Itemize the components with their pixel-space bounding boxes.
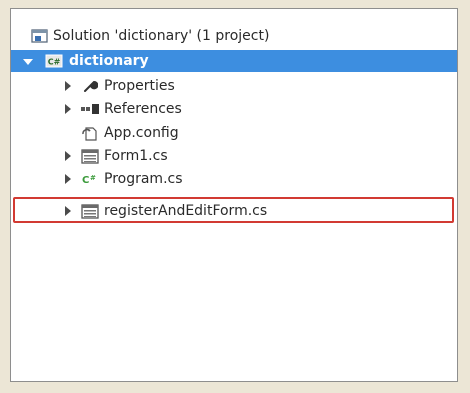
expand-arrow-icon[interactable]	[65, 151, 71, 161]
tree-item-program[interactable]: C # Program.cs	[11, 168, 457, 190]
config-file-icon	[81, 125, 99, 141]
svg-text:C#: C#	[48, 58, 61, 67]
form-icon	[81, 203, 99, 219]
svg-text:C: C	[82, 175, 89, 186]
solution-label: Solution 'dictionary' (1 project)	[53, 28, 270, 44]
tree-item-register-and-edit-form[interactable]: registerAndEditForm.cs	[11, 200, 457, 222]
tree-item-form1[interactable]: Form1.cs	[11, 145, 457, 167]
wrench-icon	[81, 78, 99, 94]
solution-explorer-panel: Solution 'dictionary' (1 project) C# dic…	[10, 8, 458, 382]
form-icon	[81, 148, 99, 164]
tree-item-label: Form1.cs	[104, 148, 168, 164]
csharp-project-icon: C#	[45, 53, 63, 69]
references-icon	[81, 101, 99, 117]
expand-arrow-icon[interactable]	[65, 174, 71, 184]
solution-node[interactable]: Solution 'dictionary' (1 project)	[11, 25, 457, 47]
tree-item-label: Program.cs	[104, 171, 183, 187]
tree-item-label: Properties	[104, 78, 175, 94]
tree-item-label: References	[104, 101, 182, 117]
project-node-dictionary[interactable]: C# dictionary	[11, 50, 457, 72]
tree-item-references[interactable]: References	[11, 98, 457, 120]
csharp-file-icon: C #	[81, 171, 99, 187]
expand-arrow-icon[interactable]	[65, 81, 71, 91]
solution-tree: Solution 'dictionary' (1 project) C# dic…	[11, 9, 457, 381]
project-label: dictionary	[69, 53, 149, 69]
tree-item-label: registerAndEditForm.cs	[104, 203, 268, 219]
tree-item-label: App.config	[104, 125, 179, 141]
tree-item-app-config[interactable]: App.config	[11, 122, 457, 144]
svg-text:#: #	[90, 174, 96, 182]
expand-arrow-icon[interactable]	[65, 104, 71, 114]
expand-arrow-icon[interactable]	[65, 206, 71, 216]
solution-icon	[31, 28, 49, 44]
tree-item-properties[interactable]: Properties	[11, 75, 457, 97]
collapse-arrow-icon[interactable]	[23, 59, 33, 65]
